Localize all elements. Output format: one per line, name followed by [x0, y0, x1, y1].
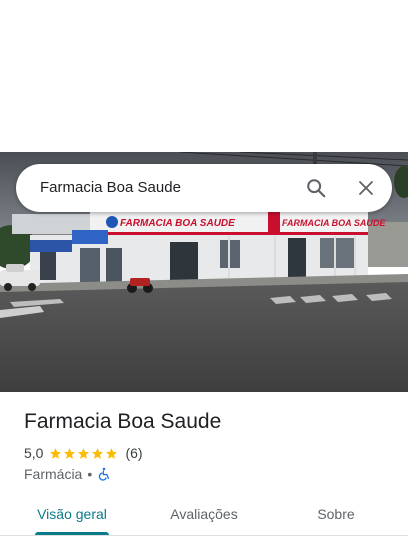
tab-reviews[interactable]: Avaliações — [154, 494, 254, 534]
star-icon — [78, 447, 90, 459]
rating-row[interactable]: 5,0 (6) — [24, 443, 143, 463]
close-icon — [359, 181, 373, 195]
star-icon — [106, 447, 118, 459]
clear-search-button[interactable] — [350, 172, 382, 204]
tab-overview[interactable]: Visão geral — [22, 494, 122, 534]
search-button[interactable] — [300, 172, 332, 204]
tabs-divider — [0, 535, 408, 536]
sign-text: FARMACIA BOA SAUDE — [120, 218, 235, 229]
separator-dot: • — [87, 466, 93, 482]
star-icon — [92, 447, 104, 459]
star-icon — [50, 447, 62, 459]
star-icon — [64, 447, 76, 459]
search-input[interactable]: Farmacia Boa Saude — [40, 164, 181, 212]
svg-text:FARMACIA BOA SAUDE: FARMACIA BOA SAUDE — [282, 218, 386, 228]
tab-about[interactable]: Sobre — [286, 494, 386, 534]
review-count[interactable]: (6) — [125, 445, 142, 461]
search-bar[interactable]: Farmacia Boa Saude — [16, 164, 392, 212]
place-title: Farmacia Boa Saude — [24, 410, 222, 433]
rating-value: 5,0 — [24, 445, 44, 461]
wheelchair-icon[interactable] — [97, 467, 111, 481]
place-category: Farmácia — [24, 466, 83, 482]
search-icon — [307, 179, 326, 198]
category-row: Farmácia • — [24, 464, 111, 484]
star-rating — [49, 447, 119, 460]
place-tabs: Visão geral Avaliações Sobre — [0, 494, 408, 536]
